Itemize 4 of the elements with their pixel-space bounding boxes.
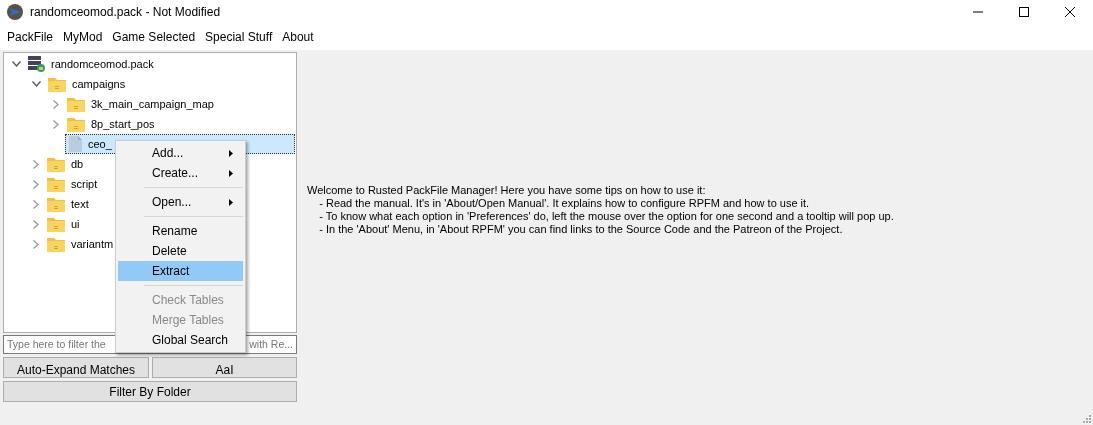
window-title: randomceomod.pack - Not Modified — [30, 4, 221, 21]
filter-placeholder: Type here to filter the — [7, 336, 106, 352]
filter-placeholder: with Re... — [249, 336, 293, 352]
welcome-text: Welcome to Rusted PackFile Manager! Here you have some tips on how to use it: - Read the manual. It's in 'About/Open Manual'. It explains how to configure RPFM and how to use it. - To know what each option in 'Preferences' do, left the mouse over the option for one second and a tooltip will pop up. - In the 'About' Menu, in 'About RPFM' you can find links to the Source Code and the Patreon of the Project. — [307, 184, 895, 236]
